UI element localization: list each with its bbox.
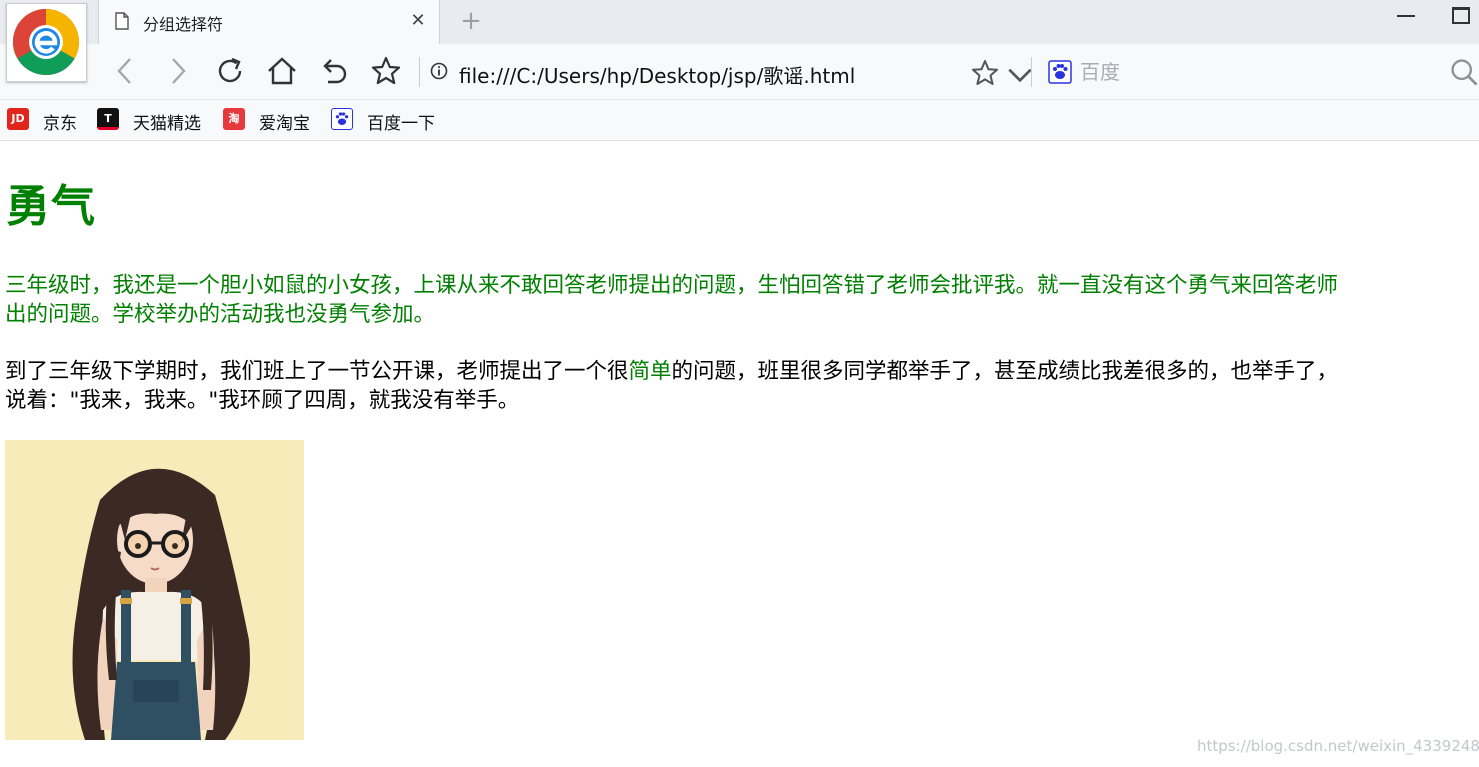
bookmark-star-icon[interactable] <box>969 57 998 85</box>
paragraph-text: 的问题，班里很多同学都举手了，甚至成绩比我差很多的，也举手了， <box>671 359 1339 384</box>
document-icon <box>115 12 129 30</box>
minimize-window-icon[interactable] <box>1394 6 1418 30</box>
paragraph-line: 三年级时，我还是一个胆小如鼠的小女孩，上课从来不敢回答老师提出的问题，生怕回答错… <box>5 273 1339 298</box>
address-dropdown-icon[interactable] <box>1004 59 1032 83</box>
favorites-star-icon[interactable] <box>370 55 402 87</box>
toolbar-divider <box>419 57 420 87</box>
home-icon[interactable] <box>266 55 298 87</box>
tab-title: 分组选择符 <box>143 15 224 34</box>
address-bar[interactable]: file:///C:/Users/hp/Desktop/jsp/歌谣.html <box>459 60 855 89</box>
jd-icon: JD <box>7 108 29 130</box>
title-bar: 分组选择符 ✕ + <box>0 0 1479 44</box>
girl-illustration-image <box>5 440 304 740</box>
site-info-icon[interactable] <box>430 62 448 80</box>
paragraph-green: 三年级时，我还是一个胆小如鼠的小女孩，上课从来不敢回答老师提出的问题，生怕回答错… <box>5 271 1479 329</box>
highlighted-word: 简单 <box>628 359 672 384</box>
paragraph-text: 到了三年级下学期时，我们班上了一节公开课，老师提出了一个很 <box>5 359 629 384</box>
forward-icon[interactable] <box>162 55 194 87</box>
maximize-window-icon[interactable] <box>1450 5 1470 24</box>
browser-logo-icon <box>12 8 80 76</box>
search-input[interactable] <box>1078 56 1442 88</box>
search-magnifier-icon[interactable] <box>1448 56 1478 86</box>
search-divider <box>1031 57 1032 87</box>
paragraph-black: 到了三年级下学期时，我们班上了一节公开课，老师提出了一个很简单的问题，班里很多同… <box>5 357 1479 415</box>
back-icon[interactable] <box>110 55 142 87</box>
close-tab-icon[interactable]: ✕ <box>407 10 429 32</box>
navigation-toolbar: file:///C:/Users/hp/Desktop/jsp/歌谣.html <box>0 44 1479 100</box>
page-content: 勇气 三年级时，我还是一个胆小如鼠的小女孩，上课从来不敢回答老师提出的问题，生怕… <box>0 141 1479 767</box>
undo-close-icon[interactable] <box>318 55 350 87</box>
aitaobao-icon: 淘 <box>223 108 245 130</box>
bookmarks-bar: JD 京东 T 天猫精选 淘 爱淘宝 百度一下 <box>0 100 1479 141</box>
bookmark-label: 爱淘宝 <box>259 114 310 134</box>
paragraph-line: 说着："我来，我来。"我环顾了四周，就我没有举手。 <box>5 388 520 413</box>
watermark-text: https://blog.csdn.net/weixin_43392489 <box>1197 737 1479 755</box>
reload-icon[interactable] <box>214 55 246 87</box>
tmall-icon: T <box>97 108 119 130</box>
paragraph-line: 出的问题。学校举办的活动我也没勇气参加。 <box>5 302 436 327</box>
browser-logo[interactable] <box>6 3 87 82</box>
baidu-paw-icon <box>331 108 353 130</box>
page-heading: 勇气 <box>6 181 96 232</box>
bookmark-label: 京东 <box>43 114 77 134</box>
new-tab-icon[interactable]: + <box>458 8 484 34</box>
baidu-search-icon[interactable] <box>1048 60 1072 84</box>
bookmark-label: 百度一下 <box>367 114 435 134</box>
bookmark-label: 天猫精选 <box>133 114 201 134</box>
tab-active[interactable]: 分组选择符 ✕ <box>98 0 440 44</box>
